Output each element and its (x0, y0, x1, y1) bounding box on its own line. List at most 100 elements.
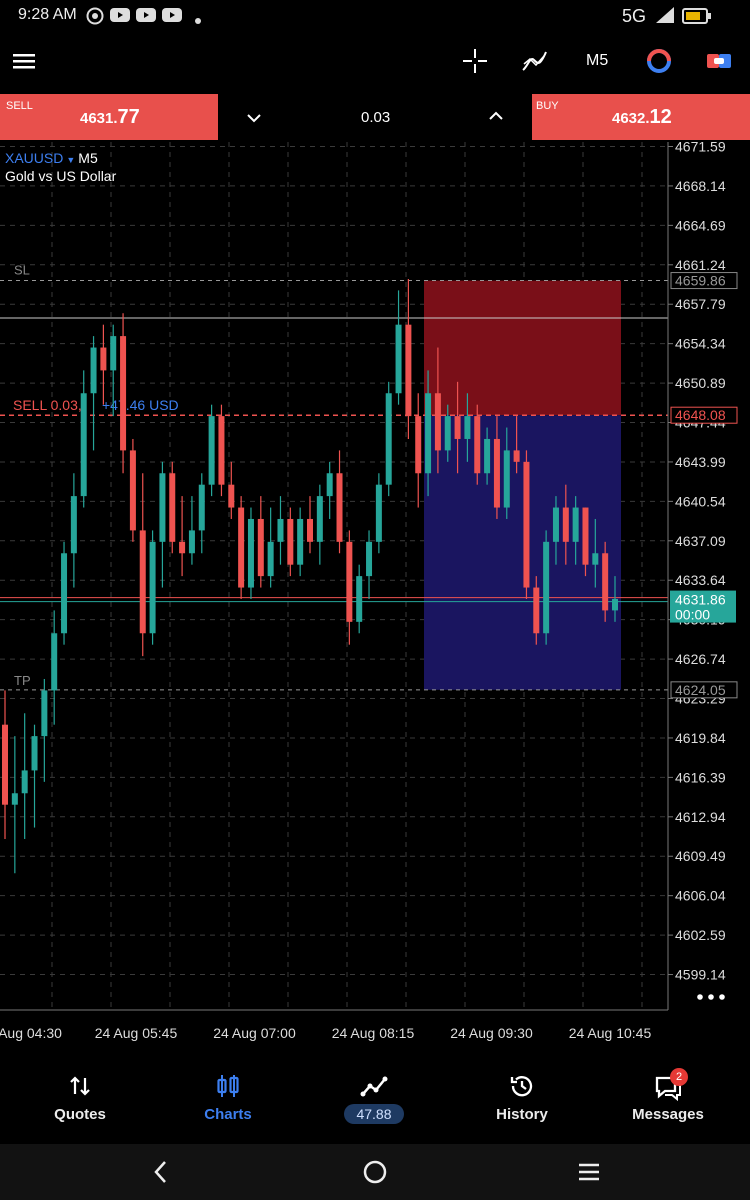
price-tick-label: 4616.39 (675, 769, 726, 785)
battery-icon (682, 8, 712, 29)
dot-icon (194, 12, 202, 30)
candle-body (159, 473, 166, 542)
sell-label: SELL (6, 100, 33, 112)
candle-body (552, 507, 559, 542)
price-chart[interactable]: SL TP SELL 0.03, +47.46 USD 4671.59 4668.14 4… (0, 142, 750, 1048)
buy-price-main: 4632. (612, 110, 650, 127)
candle-countdown-label: 00:00 (675, 607, 710, 623)
candle-body (602, 553, 609, 611)
recent-apps-icon[interactable] (575, 1158, 603, 1186)
candle-body (326, 473, 333, 497)
back-icon[interactable] (148, 1158, 176, 1186)
candle-body (395, 324, 402, 394)
timeframe-button[interactable]: M5 (586, 52, 608, 70)
candle-body (287, 518, 294, 565)
nav-charts[interactable]: Charts (168, 1062, 288, 1132)
time-tick-label: 24 Aug 08:15 (332, 1025, 415, 1041)
candle-body (415, 416, 422, 474)
nav-history-label: History (496, 1106, 548, 1123)
sell-button[interactable]: SELL 4631.77 (0, 94, 218, 140)
price-tick-label: 4602.59 (675, 927, 726, 943)
price-tick-label: 4633.64 (675, 572, 726, 588)
candle-body (562, 507, 569, 542)
candle-body (11, 793, 18, 805)
candle-body (139, 530, 146, 634)
sell-price: 4631.77 (80, 106, 140, 129)
candle-body (513, 450, 520, 462)
nav-history[interactable]: History (462, 1062, 582, 1132)
buy-price: 4632.12 (612, 106, 672, 129)
status-time: 9:28 AM (18, 6, 77, 23)
candle-body (149, 541, 156, 634)
candle-body (484, 438, 491, 474)
candle-body (120, 336, 127, 451)
candle-body (366, 541, 373, 577)
history-clock-icon (510, 1076, 533, 1097)
symbol-info: XAUUSD ▼ M5 Gold vs US Dollar (5, 150, 116, 184)
candle-body (70, 496, 77, 554)
volume-decrease-button[interactable] (242, 106, 266, 130)
candle-body (297, 518, 304, 565)
candle-body (218, 416, 225, 485)
candle-body (612, 598, 618, 611)
buy-label: BUY (536, 100, 559, 112)
candle-body (41, 690, 48, 737)
time-tick-label: 24 Aug 05:45 (95, 1025, 178, 1041)
volume-control: 0.03 (218, 94, 532, 140)
quotes-arrows-icon (70, 1076, 90, 1096)
price-tick-label: 4640.54 (675, 493, 726, 509)
more-options-icon[interactable] (696, 990, 726, 1004)
chart-canvas[interactable]: SLTPSELL 0.03, +47.46 USD 4671.594668.144… (0, 142, 750, 1048)
chevron-down-icon (247, 114, 261, 123)
candle-body (454, 416, 461, 439)
indicators-icon[interactable] (520, 46, 550, 76)
nav-charts-label: Charts (204, 1106, 252, 1123)
candle-body (375, 484, 382, 542)
candle-body (444, 416, 451, 451)
sl-label: SL (14, 263, 30, 278)
bottom-navigation: Quotes Charts 47.88 History 2 Messages (0, 1054, 750, 1144)
one-click-trading-icon[interactable] (704, 46, 734, 76)
price-tick-label: 4671.59 (675, 142, 726, 155)
nav-trade[interactable]: 47.88 (314, 1062, 434, 1132)
candle-body (267, 541, 274, 577)
candle-body (316, 496, 323, 542)
youtube-icon (136, 7, 156, 28)
buy-price-big: 12 (649, 106, 672, 128)
time-tick-label: 24 Aug 10:45 (569, 1025, 652, 1041)
menu-icon[interactable] (10, 46, 40, 76)
price-tick-label: 4626.74 (675, 651, 726, 667)
candle-body (405, 324, 412, 417)
price-tick-label: 4661.24 (675, 257, 726, 273)
candle-body (464, 416, 471, 439)
trade-objects-icon[interactable] (644, 46, 674, 76)
buy-button[interactable]: BUY 4632.12 (532, 94, 750, 140)
sl-price-label: 4659.86 (675, 273, 726, 289)
candle-body (228, 484, 235, 508)
nav-quotes-label: Quotes (54, 1106, 106, 1123)
symbol-name[interactable]: XAUUSD (5, 150, 63, 166)
candle-body (307, 518, 313, 542)
candle-body (100, 347, 107, 371)
price-tick-label: 4654.34 (675, 336, 726, 352)
home-icon[interactable] (361, 1158, 389, 1186)
candle-body (493, 438, 500, 508)
candle-body (208, 416, 215, 485)
candle-body (582, 507, 589, 565)
symbol-dropdown-icon[interactable]: ▼ (66, 155, 75, 165)
nav-quotes[interactable]: Quotes (20, 1062, 140, 1132)
candle-body (31, 736, 38, 771)
nav-messages[interactable]: 2 Messages (608, 1062, 728, 1132)
candle-body (90, 347, 97, 394)
time-tick-label: 24 Aug 09:30 (450, 1025, 533, 1041)
candle-body (592, 553, 599, 565)
volume-value[interactable]: 0.03 (361, 109, 390, 126)
chrome-icon (86, 7, 104, 30)
crosshair-icon[interactable] (460, 46, 490, 76)
candle-body (572, 507, 579, 542)
current-price-label: 4631.86 (675, 592, 726, 608)
price-tick-label: 4606.04 (675, 888, 726, 904)
volume-increase-button[interactable] (484, 104, 508, 128)
take-profit-zone (424, 415, 621, 690)
price-tick-label: 4609.49 (675, 848, 726, 864)
